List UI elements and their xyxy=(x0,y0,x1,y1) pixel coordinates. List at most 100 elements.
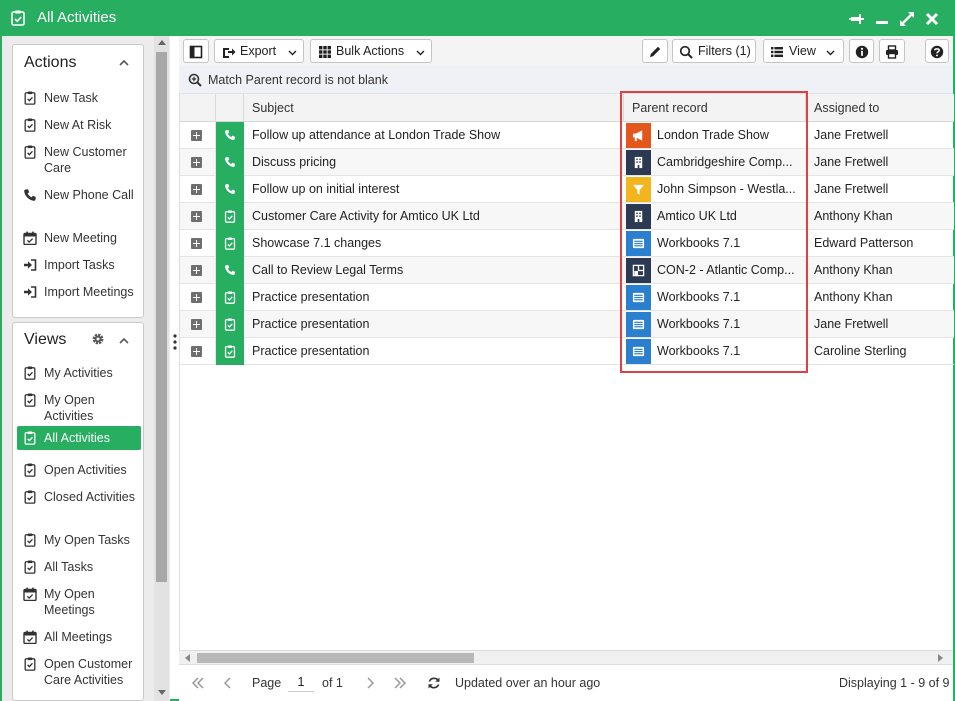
parent-record-link[interactable]: Workbooks 7.1 xyxy=(657,311,802,338)
nav-item-new-customer-care[interactable]: New Customer Care xyxy=(17,144,141,176)
nav-item-all-meetings[interactable]: All Meetings xyxy=(17,629,141,645)
parent-record-link[interactable]: Workbooks 7.1 xyxy=(657,338,802,365)
page-number-input[interactable] xyxy=(288,672,314,692)
scroll-down-arrow-icon[interactable] xyxy=(158,690,166,696)
subject-cell[interactable]: Call to Review Legal Terms xyxy=(252,257,617,284)
previous-page-icon[interactable] xyxy=(223,677,233,689)
refresh-icon[interactable] xyxy=(427,676,441,690)
expand-plus-icon[interactable] xyxy=(191,292,202,303)
parent-record-link[interactable]: Workbooks 7.1 xyxy=(657,284,802,311)
nav-item-my-open-meetings[interactable]: My Open Meetings xyxy=(17,586,141,618)
organisation-icon xyxy=(626,204,651,229)
parent-record-cell[interactable]: London Trade Show xyxy=(624,122,804,149)
nav-item-new-phone-call[interactable]: New Phone Call xyxy=(17,187,141,219)
parent-record-link[interactable]: CON-2 - Atlantic Comp... xyxy=(657,257,802,284)
nav-item-all-activities[interactable]: All Activities xyxy=(17,426,141,450)
parent-record-cell[interactable]: John Simpson - Westla... xyxy=(624,176,804,203)
view-button[interactable]: View xyxy=(763,39,844,63)
edit-button[interactable] xyxy=(642,39,668,63)
nav-item-new-at-risk[interactable]: New At Risk xyxy=(17,117,141,133)
nav-item-my-open-tasks[interactable]: My Open Tasks xyxy=(17,532,141,548)
scroll-right-arrow-icon[interactable] xyxy=(938,654,944,662)
nav-item-my-open-activities[interactable]: My Open Activities xyxy=(17,392,141,424)
filters-button[interactable]: Filters (1) xyxy=(672,39,756,63)
chevron-up-icon[interactable] xyxy=(118,57,130,69)
parent-record-cell[interactable]: Cambridgeshire Comp... xyxy=(624,149,804,176)
bulk-actions-button[interactable]: Bulk Actions xyxy=(310,39,432,63)
subject-cell[interactable]: Showcase 7.1 changes xyxy=(252,230,617,257)
parent-record-link[interactable]: John Simpson - Westla... xyxy=(657,176,802,203)
table-row[interactable]: Practice presentation Workbooks 7.1 Jane F… xyxy=(180,311,954,338)
scrollbar-thumb[interactable] xyxy=(197,653,474,663)
subject-cell[interactable]: Practice presentation xyxy=(252,311,617,338)
expand-plus-icon[interactable] xyxy=(191,265,202,276)
nav-item-my-activities[interactable]: My Activities xyxy=(17,365,141,381)
expand-plus-icon[interactable] xyxy=(191,157,202,168)
subject-cell[interactable]: Customer Care Activity for Amtico UK Ltd xyxy=(252,203,617,230)
parent-record-cell[interactable]: Amtico UK Ltd xyxy=(624,203,804,230)
last-page-icon[interactable] xyxy=(393,677,407,689)
nav-item-import-meetings[interactable]: Import Meetings xyxy=(17,284,141,316)
table-row[interactable]: Customer Care Activity for Amtico UK Ltd… xyxy=(180,203,954,230)
table-row[interactable]: Call to Review Legal Terms CON-2 - Atlant… xyxy=(180,257,954,284)
table-row[interactable]: Follow up on initial interest John Simpso… xyxy=(180,176,954,203)
table-row[interactable]: Follow up attendance at London Trade Sho… xyxy=(180,122,954,149)
nav-item-label: New Meeting xyxy=(44,231,117,245)
table-row[interactable]: Discuss pricing Cambridgeshire Comp... Jan… xyxy=(180,149,954,176)
expand-plus-icon[interactable] xyxy=(191,184,202,195)
nav-item-open-customer-care-activities[interactable]: Open Customer Care Activities xyxy=(17,656,141,700)
pane-splitter[interactable] xyxy=(171,332,179,352)
horizontal-scrollbar[interactable] xyxy=(179,650,953,664)
export-button[interactable]: Export xyxy=(214,39,304,63)
maximize-icon[interactable] xyxy=(898,10,916,28)
parent-record-link[interactable]: Amtico UK Ltd xyxy=(657,203,802,230)
column-header-parent-record[interactable]: Parent record xyxy=(624,94,806,122)
expand-cell xyxy=(180,203,216,230)
parent-record-cell[interactable]: Workbooks 7.1 xyxy=(624,230,804,257)
first-page-icon[interactable] xyxy=(191,677,205,689)
nav-item-closed-activities[interactable]: Closed Activities xyxy=(17,489,141,521)
subject-cell[interactable]: Follow up attendance at London Trade Sho… xyxy=(252,122,617,149)
table-row[interactable]: Practice presentation Workbooks 7.1 Anthon… xyxy=(180,284,954,311)
parent-record-link[interactable]: London Trade Show xyxy=(657,122,802,149)
print-button[interactable] xyxy=(879,39,905,63)
next-page-icon[interactable] xyxy=(365,677,375,689)
subject-cell[interactable]: Follow up on initial interest xyxy=(252,176,617,203)
expand-plus-icon[interactable] xyxy=(191,346,202,357)
subject-cell[interactable]: Practice presentation xyxy=(252,284,617,311)
expand-plus-icon[interactable] xyxy=(191,211,202,222)
minimize-icon[interactable] xyxy=(873,10,891,28)
table-row[interactable]: Practice presentation Workbooks 7.1 Caroli… xyxy=(180,338,954,365)
nav-item-new-task[interactable]: New Task xyxy=(17,90,141,106)
subject-cell[interactable]: Discuss pricing xyxy=(252,149,617,176)
table-row[interactable]: Showcase 7.1 changes Workbooks 7.1 Edward … xyxy=(180,230,954,257)
subject-cell[interactable]: Practice presentation xyxy=(252,338,617,365)
parent-record-cell[interactable]: CON-2 - Atlantic Comp... xyxy=(624,257,804,284)
info-button[interactable] xyxy=(849,39,874,63)
scrollbar-thumb[interactable] xyxy=(156,52,167,582)
nav-item-all-tasks[interactable]: All Tasks xyxy=(17,559,141,575)
scroll-up-arrow-icon[interactable] xyxy=(158,39,166,45)
help-button[interactable] xyxy=(925,39,949,63)
parent-record-cell[interactable]: Workbooks 7.1 xyxy=(624,311,804,338)
expand-plus-icon[interactable] xyxy=(191,130,202,141)
parent-record-cell[interactable]: Workbooks 7.1 xyxy=(624,338,804,365)
column-header-subject[interactable]: Subject xyxy=(244,94,624,122)
pin-icon[interactable] xyxy=(848,10,866,28)
expand-plus-icon[interactable] xyxy=(191,238,202,249)
parent-record-link[interactable]: Cambridgeshire Comp... xyxy=(657,149,802,176)
nav-item-open-activities[interactable]: Open Activities xyxy=(17,462,141,478)
left-pane-scrollbar[interactable] xyxy=(154,36,169,701)
close-icon[interactable] xyxy=(923,10,941,28)
assigned-to-cell: Anthony Khan xyxy=(814,263,893,277)
parent-record-cell[interactable]: Workbooks 7.1 xyxy=(624,284,804,311)
gear-icon[interactable] xyxy=(91,332,105,346)
column-header-assigned-to[interactable]: Assigned to xyxy=(806,94,954,122)
expand-plus-icon[interactable] xyxy=(191,319,202,330)
parent-record-link[interactable]: Workbooks 7.1 xyxy=(657,230,802,257)
chevron-up-icon[interactable] xyxy=(118,335,130,347)
toggle-panel-button[interactable] xyxy=(183,39,209,63)
scroll-left-arrow-icon[interactable] xyxy=(184,654,190,662)
nav-item-new-meeting[interactable]: New Meeting xyxy=(17,230,141,246)
nav-item-import-tasks[interactable]: Import Tasks xyxy=(17,257,141,273)
